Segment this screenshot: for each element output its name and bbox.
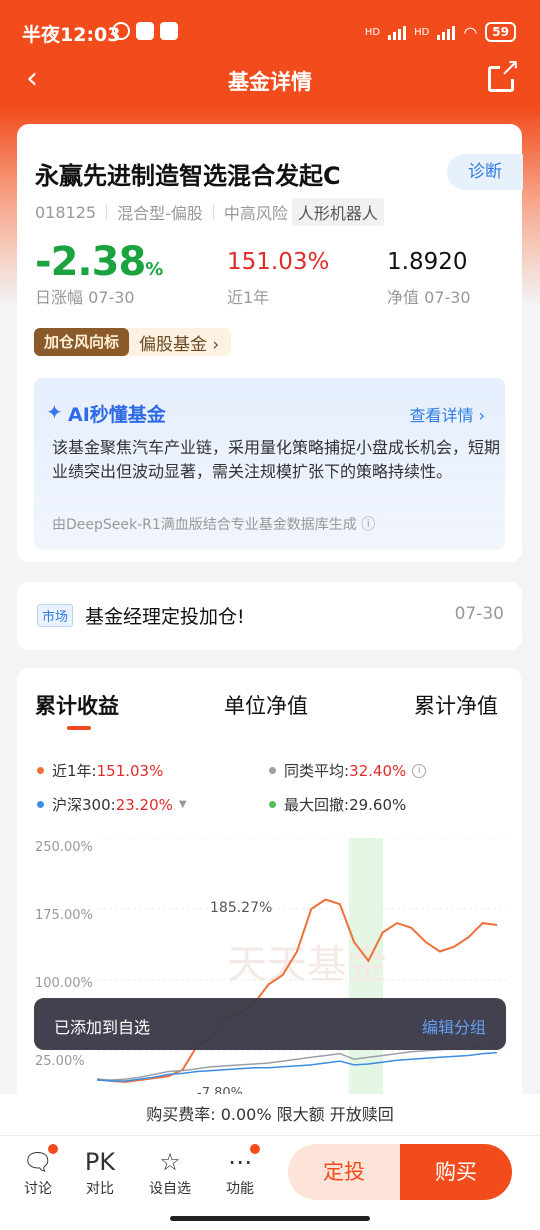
share-icon[interactable] <box>488 55 521 92</box>
qq-icon <box>136 22 154 40</box>
clock: 半夜12:03 <box>22 24 121 46</box>
news-card[interactable]: 市场 基金经理定投加仓! 07-30 <box>17 582 522 650</box>
fund-tags: 018125 混合型-偏股 中高风险 人形机器人 <box>35 198 384 226</box>
legend-drawdown: 最大回撤: 29.60% <box>269 794 406 815</box>
hd-label: HD <box>364 26 381 38</box>
toast-message: 已添加到自选 <box>54 1018 151 1037</box>
nav-header: ‹ 基金详情 <box>0 54 540 106</box>
signal-icon-2 <box>437 24 456 40</box>
tab-underline <box>67 726 91 730</box>
legend-fund-label: 近1年: <box>52 762 97 780</box>
nav-label: 净值 07-30 <box>387 288 471 307</box>
series-line-2 <box>97 1051 498 1082</box>
daily-change-value: -2.38 <box>35 239 146 285</box>
star-icon: ☆ <box>159 1148 181 1176</box>
discuss-button[interactable]: 🗨 讨论 <box>8 1144 68 1198</box>
nav-value: 1.8920 <box>387 249 468 275</box>
legend-drawdown-value: 29.60% <box>349 795 407 814</box>
legend-category-avg: 同类平均: 32.40% i <box>269 760 427 781</box>
info-icon[interactable]: i <box>412 763 427 778</box>
watchlist-label: 设自选 <box>149 1181 191 1197</box>
legend-fund: 近1年: 151.03% <box>37 760 163 781</box>
chat-bubble-icon: 🗨 <box>8 1144 68 1178</box>
news-tag: 市场 <box>37 604 74 627</box>
year-return-label: 近1年 <box>227 288 270 307</box>
app-icon <box>160 22 178 40</box>
legend-avg-label: 同类平均: <box>284 762 350 780</box>
pk-icon: PK <box>84 1148 116 1176</box>
year-return-value: 151.03% <box>227 249 330 275</box>
daily-change-stat: -2.38% 日涨幅 07-30 <box>35 239 163 308</box>
legend-avg-value: 32.40% <box>349 761 407 780</box>
fund-type: 混合型-偏股 <box>117 204 203 223</box>
signal-icon <box>388 24 407 40</box>
ai-summary-text: 该基金聚焦汽车产业链，采用量化策略捕捉小盘成长机会，短期业绩突出但波动显著，需关… <box>52 438 501 481</box>
legend-fund-value: 151.03% <box>96 761 164 780</box>
page-title: 基金详情 <box>228 70 312 94</box>
news-headline: 基金经理定投加仓! <box>85 606 245 628</box>
invest-plan-button[interactable]: 定投 <box>288 1144 400 1200</box>
risk-level: 中高风险 <box>223 204 288 223</box>
alarm-icon <box>112 22 130 40</box>
legend-hs300-value: 23.20% <box>115 795 173 814</box>
diagnose-button[interactable]: 诊断 <box>447 154 523 190</box>
compare-label: 对比 <box>86 1181 114 1197</box>
nav-stat: 1.8920 净值 07-30 <box>387 242 471 308</box>
daily-change-label: 日涨幅 07-30 <box>35 288 135 307</box>
dropdown-caret-icon: ▼ <box>178 799 187 810</box>
hd-label-2: HD <box>414 26 430 38</box>
tab-unit-nav[interactable]: 单位净值 <box>224 690 308 720</box>
trend-indicator[interactable]: 加仓风向标 偏股基金 › <box>34 328 232 356</box>
fund-code: 018125 <box>35 202 97 222</box>
bottom-action-bar: 🗨 讨论 PK 对比 ☆ 设自选 ⋯ 功能 定投 购买 <box>0 1136 540 1230</box>
sparkle-icon: ✦ <box>46 400 63 424</box>
wifi-icon: ◠ <box>463 22 478 42</box>
compare-button[interactable]: PK 对比 <box>70 1146 130 1198</box>
legend-hs300[interactable]: 沪深300: 23.20% ▼ <box>37 794 187 815</box>
chart-tabs: 累计收益 单位净值 累计净值 <box>17 690 522 730</box>
ai-source-note: 由DeepSeek-R1满血版结合专业基金数据库生成 ⓘ <box>52 517 376 533</box>
daily-change-unit: % <box>145 259 163 280</box>
more-dots-icon: ⋯ <box>210 1144 270 1178</box>
theme-tag[interactable]: 人形机器人 <box>291 198 384 226</box>
legend-drawdown-label: 最大回撤: <box>284 796 350 814</box>
add-watchlist-button[interactable]: ☆ 设自选 <box>140 1146 200 1198</box>
fund-summary-card: 永赢先进制造智选混合发起C 诊断 018125 混合型-偏股 中高风险 人形机器… <box>17 124 523 562</box>
home-indicator <box>170 1216 370 1221</box>
fund-name: 永赢先进制造智选混合发起C <box>35 162 341 190</box>
year-return-stat: 151.03% 近1年 <box>227 242 329 308</box>
toast-notification: 已添加到自选 编辑分组 <box>34 998 506 1050</box>
ai-summary-box: ✦ AI秒懂基金 查看详情 › 该基金聚焦汽车产业链，采用量化策略捕捉小盘成长机… <box>34 378 505 550</box>
performance-chart-card: 累计收益 单位净值 累计净值 近1年: 151.03% 同类平均: 32.40%… <box>17 668 522 1138</box>
news-date: 07-30 <box>454 604 504 624</box>
tab-cumulative-return[interactable]: 累计收益 <box>35 690 119 720</box>
y-tick-label: 250.00% <box>35 840 93 855</box>
performance-chart[interactable]: 天天基金 <box>97 838 507 1098</box>
chart-series <box>97 898 498 1083</box>
purchase-fee-strip: 购买费率: 0.00% 限大额 开放赎回 <box>0 1094 540 1136</box>
ai-more-link[interactable]: 查看详情 › <box>410 402 486 426</box>
functions-label: 功能 <box>226 1181 254 1197</box>
functions-button[interactable]: ⋯ 功能 <box>210 1144 270 1198</box>
trend-badge: 加仓风向标 <box>34 328 130 356</box>
battery-icon: 59 <box>485 22 516 42</box>
legend-hs300-label: 沪深300: <box>52 796 116 814</box>
y-tick-label: 100.00% <box>35 976 93 991</box>
y-tick-label: 25.00% <box>35 1054 85 1069</box>
peak-annotation: 185.27% <box>210 900 273 916</box>
y-tick-label: 175.00% <box>35 908 93 923</box>
edit-group-link[interactable]: 编辑分组 <box>422 1014 486 1038</box>
ai-title: AI秒懂基金 <box>68 404 166 426</box>
trend-text: 偏股基金 › <box>139 334 220 355</box>
series-line-0 <box>97 898 498 1083</box>
watermark: 天天基金 <box>227 942 387 988</box>
tab-accumulated-nav[interactable]: 累计净值 <box>414 690 498 720</box>
discuss-label: 讨论 <box>24 1181 52 1197</box>
buy-button[interactable]: 购买 <box>400 1144 512 1200</box>
